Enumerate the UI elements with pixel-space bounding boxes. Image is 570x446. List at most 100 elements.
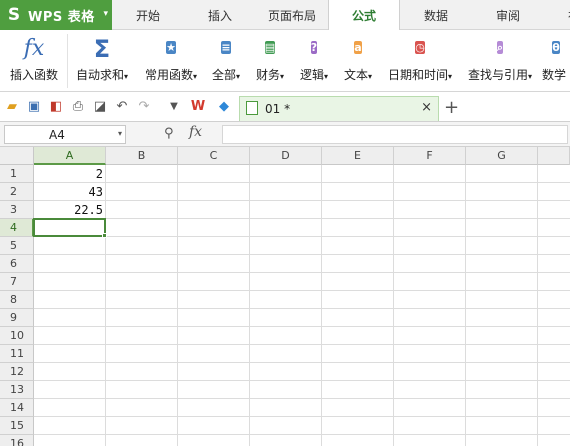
sigma-icon: Σ bbox=[93, 35, 111, 63]
gridline-vertical bbox=[177, 165, 178, 446]
common-functions-label: 常用函数▾ bbox=[144, 68, 198, 82]
gridline-horizontal bbox=[34, 182, 570, 183]
gridline-horizontal bbox=[34, 416, 570, 417]
quick-access-toolbar: ▰ ▣ ◧ ⎙ ◪ ↶ ↷ ▼ W ◆ 01 * × + bbox=[0, 92, 570, 122]
insert-function-label: 插入函数 bbox=[9, 68, 58, 82]
gridline-horizontal bbox=[34, 200, 570, 201]
save-icon[interactable]: ▣ bbox=[26, 99, 42, 115]
tab-view[interactable]: 视图 bbox=[544, 0, 570, 30]
column-header-f[interactable]: F bbox=[394, 147, 466, 165]
row-header-15[interactable]: 15 bbox=[0, 417, 34, 435]
row-header-4[interactable]: 4 bbox=[0, 219, 34, 237]
finance-icon: ▤ bbox=[264, 41, 276, 54]
fx-icon[interactable]: fx bbox=[189, 124, 202, 140]
fx-icon: fx bbox=[23, 36, 45, 61]
ribbon: fx 插入函数 Σ 自动求和▾ ★ 常用函数▾ ≡ 全部▾ ▤ 财务▾ ? 逻辑… bbox=[0, 30, 570, 92]
cloud-cube-icon[interactable]: ◆ bbox=[216, 99, 232, 115]
menu-bar: S WPS 表格 ▾ 开始 插入 页面布局 公式 数据 审阅 视图 bbox=[0, 0, 570, 31]
row-header-6[interactable]: 6 bbox=[0, 255, 34, 273]
column-header[interactable] bbox=[538, 147, 570, 165]
gridline-horizontal bbox=[34, 218, 570, 219]
select-all-corner[interactable] bbox=[0, 147, 34, 165]
fill-handle[interactable] bbox=[102, 233, 107, 238]
column-header-d[interactable]: D bbox=[250, 147, 322, 165]
gridline-vertical bbox=[321, 165, 322, 446]
row-header-10[interactable]: 10 bbox=[0, 327, 34, 345]
formula-bar: A4 ▾ ⚲ fx bbox=[0, 122, 570, 147]
column-header-c[interactable]: C bbox=[178, 147, 250, 165]
row-header-16[interactable]: 16 bbox=[0, 435, 34, 446]
row-header-1[interactable]: 1 bbox=[0, 165, 34, 183]
column-header-e[interactable]: E bbox=[322, 147, 394, 165]
name-box[interactable]: A4 ▾ bbox=[4, 125, 126, 144]
row-header-3[interactable]: 3 bbox=[0, 201, 34, 219]
column-header-g[interactable]: G bbox=[466, 147, 538, 165]
undo-icon[interactable]: ↶ bbox=[114, 99, 130, 115]
text-icon: a bbox=[354, 41, 362, 54]
tab-data[interactable]: 数据 bbox=[400, 0, 472, 30]
formula-input[interactable] bbox=[222, 125, 568, 144]
close-icon[interactable]: × bbox=[421, 100, 432, 115]
tab-page-layout[interactable]: 页面布局 bbox=[256, 0, 328, 30]
gridline-horizontal bbox=[34, 326, 570, 327]
document-name: 01 * bbox=[265, 102, 291, 116]
chevron-down-icon[interactable]: ▾ bbox=[118, 129, 122, 138]
gridline-horizontal bbox=[34, 236, 570, 237]
logic-button[interactable]: ? 逻辑▾ bbox=[294, 30, 334, 90]
datetime-button[interactable]: ◷ 日期和时间▾ bbox=[382, 30, 458, 90]
row-header-12[interactable]: 12 bbox=[0, 363, 34, 381]
gridline-horizontal bbox=[34, 290, 570, 291]
tab-insert[interactable]: 插入 bbox=[184, 0, 256, 30]
ribbon-divider bbox=[67, 34, 68, 88]
lookup-button[interactable]: ⌕ 查找与引用▾ bbox=[462, 30, 538, 90]
magnifier-icon: ⌕ bbox=[496, 41, 504, 54]
row-header-14[interactable]: 14 bbox=[0, 399, 34, 417]
customize-dropdown-icon[interactable]: ▼ bbox=[166, 99, 182, 115]
row-header-2[interactable]: 2 bbox=[0, 183, 34, 201]
finance-button[interactable]: ▤ 财务▾ bbox=[250, 30, 290, 90]
tab-formula[interactable]: 公式 bbox=[328, 0, 400, 31]
app-title: WPS 表格 bbox=[28, 9, 95, 25]
gridline-horizontal bbox=[34, 272, 570, 273]
row-header-13[interactable]: 13 bbox=[0, 381, 34, 399]
wps-logo-icon: S bbox=[7, 5, 21, 25]
math-icon: θ bbox=[552, 41, 560, 54]
column-header-b[interactable]: B bbox=[106, 147, 178, 165]
tab-review[interactable]: 审阅 bbox=[472, 0, 544, 30]
row-header-9[interactable]: 9 bbox=[0, 309, 34, 327]
row-header-7[interactable]: 7 bbox=[0, 273, 34, 291]
chevron-down-icon: ▾ bbox=[103, 9, 108, 19]
row-header-11[interactable]: 11 bbox=[0, 345, 34, 363]
print-preview-icon[interactable]: ◪ bbox=[92, 99, 108, 115]
redo-icon[interactable]: ↷ bbox=[136, 99, 152, 115]
column-header-a[interactable]: A bbox=[34, 147, 106, 165]
math-button[interactable]: θ 数学 bbox=[542, 30, 570, 90]
app-menu-button[interactable]: S WPS 表格 ▾ bbox=[0, 0, 112, 30]
document-tab[interactable]: 01 * × bbox=[239, 96, 439, 121]
gridline-vertical bbox=[465, 165, 466, 446]
gridline-horizontal bbox=[34, 362, 570, 363]
cell-a1[interactable]: 2 bbox=[34, 165, 106, 183]
insert-function-button[interactable]: fx 插入函数 bbox=[4, 30, 64, 90]
autosum-label: 自动求和▾ bbox=[75, 68, 129, 82]
new-tab-icon[interactable]: + bbox=[444, 97, 459, 118]
all-functions-label: 全部▾ bbox=[211, 68, 241, 82]
cell-a2[interactable]: 43 bbox=[34, 183, 106, 201]
open-folder-icon[interactable]: ▰ bbox=[4, 99, 20, 115]
name-box-value: A4 bbox=[49, 128, 65, 142]
wps-w-icon[interactable]: W bbox=[190, 99, 206, 115]
tab-start[interactable]: 开始 bbox=[112, 0, 184, 30]
row-header-5[interactable]: 5 bbox=[0, 237, 34, 255]
export-pdf-icon[interactable]: ◧ bbox=[48, 99, 64, 115]
gridline-horizontal bbox=[34, 344, 570, 345]
row-header-8[interactable]: 8 bbox=[0, 291, 34, 309]
cell-a3[interactable]: 22.5 bbox=[34, 201, 106, 219]
autosum-button[interactable]: Σ 自动求和▾ bbox=[70, 30, 134, 90]
all-functions-button[interactable]: ≡ 全部▾ bbox=[206, 30, 246, 90]
common-functions-button[interactable]: ★ 常用函数▾ bbox=[138, 30, 204, 90]
print-icon[interactable]: ⎙ bbox=[70, 99, 86, 115]
text-button[interactable]: a 文本▾ bbox=[338, 30, 378, 90]
zoom-icon[interactable]: ⚲ bbox=[164, 126, 174, 141]
gridline-vertical bbox=[249, 165, 250, 446]
active-cell-outline[interactable] bbox=[33, 218, 106, 237]
